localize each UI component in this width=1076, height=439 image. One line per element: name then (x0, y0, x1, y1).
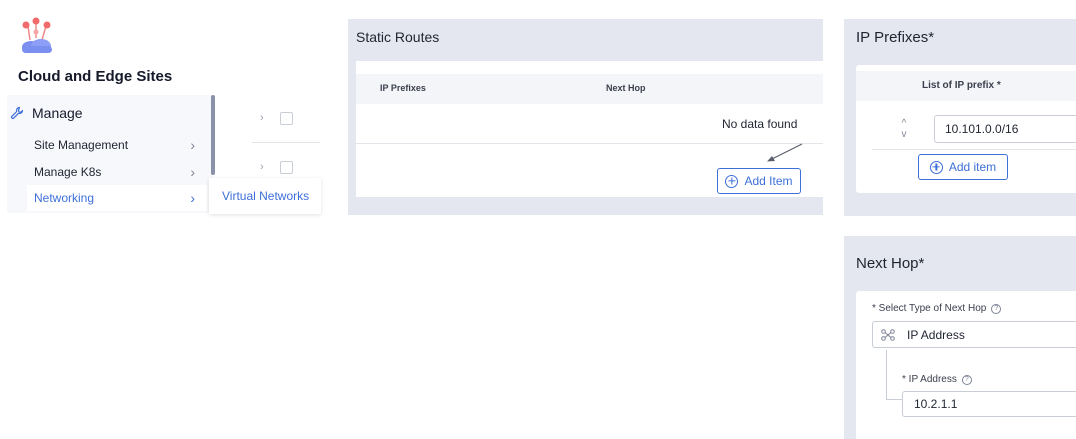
select-value: IP Address (907, 327, 965, 342)
help-icon[interactable]: ? (991, 303, 1002, 314)
network-nodes-icon (881, 328, 895, 341)
chevron-right-icon: › (190, 164, 195, 180)
next-hop-title: Next Hop* (856, 255, 925, 272)
empty-state-text: No data found (722, 117, 798, 131)
reorder-handle[interactable]: ^ v (898, 118, 910, 140)
flyout-item-virtual-networks[interactable]: Virtual Networks (209, 178, 321, 214)
sidebar-item-label: Site Management (34, 138, 129, 152)
sidebar-item-label: Networking (34, 191, 95, 205)
background-table-row: › (260, 157, 320, 177)
app-title: Cloud and Edge Sites (18, 68, 173, 85)
chevron-right-icon: › (190, 190, 195, 206)
background-table-row: › (260, 108, 320, 128)
column-header-ip-prefixes: IP Prefixes (380, 83, 426, 93)
button-label: Add Item (744, 174, 793, 188)
column-header-ip-prefix: List of IP prefix * (922, 80, 1001, 91)
row-checkbox[interactable] (279, 111, 293, 125)
ip-prefix-input[interactable] (934, 115, 1076, 143)
wrench-icon (10, 106, 24, 120)
add-ip-prefix-button[interactable]: Add item (918, 154, 1008, 180)
divider (872, 149, 1076, 150)
chevron-down-icon: v (901, 129, 907, 140)
nested-field-guide (886, 399, 902, 400)
sidebar-item-label: Manage K8s (34, 165, 102, 179)
plus-circle-icon (929, 160, 943, 174)
next-hop-type-label: * Select Type of Next Hop ? (872, 303, 1002, 314)
sidebar-scrollbar[interactable] (211, 95, 215, 175)
app-logo-icon (22, 17, 52, 53)
add-route-button[interactable]: Add Item (717, 168, 801, 194)
chevron-right-icon: › (260, 112, 264, 124)
plus-circle-icon (725, 174, 739, 188)
button-label: Add item (948, 160, 997, 174)
chevron-right-icon: › (260, 161, 264, 173)
flyout-item-label: Virtual Networks (222, 189, 310, 203)
divider (356, 143, 823, 144)
chevron-up-icon: ^ (901, 118, 907, 129)
sidebar-section-label: Manage (32, 105, 83, 121)
sidebar-section-manage[interactable]: Manage (10, 102, 83, 124)
chevron-right-icon: › (190, 137, 195, 153)
help-icon[interactable]: ? (961, 374, 972, 385)
sidebar-item-manage-k8s[interactable]: Manage K8s › (27, 159, 207, 185)
column-header-next-hop: Next Hop (606, 83, 646, 93)
sidebar-item-site-management[interactable]: Site Management › (27, 132, 207, 158)
ip-prefix-list-header: List of IP prefix * (856, 71, 1076, 101)
divider (252, 142, 320, 143)
ip-prefixes-title: IP Prefixes* (856, 29, 935, 46)
sidebar-item-networking[interactable]: Networking › (27, 185, 207, 211)
static-routes-title: Static Routes (356, 29, 440, 45)
next-hop-type-select[interactable]: IP Address (872, 321, 1076, 348)
ip-address-label: * IP Address ? (902, 374, 972, 385)
section-gap (844, 216, 1076, 236)
static-routes-table-header: IP Prefixes Next Hop (356, 74, 823, 104)
ip-address-input[interactable] (902, 391, 1076, 417)
nested-field-guide (886, 350, 887, 400)
row-checkbox[interactable] (279, 160, 293, 174)
pointer-arrow-icon (767, 143, 803, 162)
